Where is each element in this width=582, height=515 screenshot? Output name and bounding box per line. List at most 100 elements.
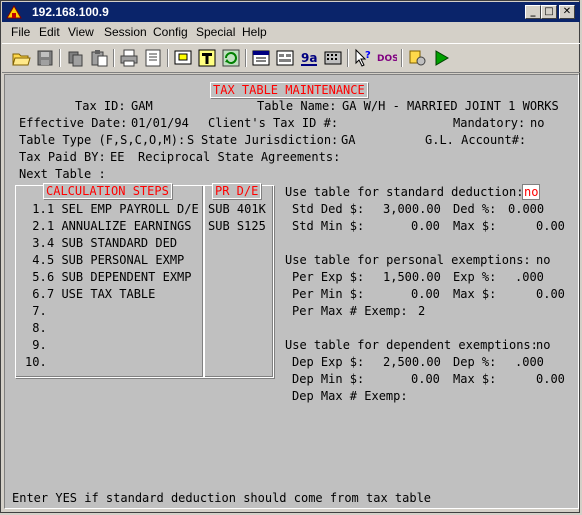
calc-step-text[interactable]: 6 SUB DEPENDENT EXMP: [47, 270, 192, 284]
help-pointer-icon[interactable]: ?: [353, 48, 373, 68]
minimize-button[interactable]: _: [525, 5, 541, 19]
window-title: 192.168.100.9: [32, 5, 109, 19]
menu-view[interactable]: View: [68, 25, 94, 39]
play-icon[interactable]: [431, 48, 451, 68]
calc-step-number: 2.: [25, 219, 47, 233]
calc-step-number: 4.: [25, 253, 47, 267]
next-table-label: Next Table :: [19, 167, 106, 181]
capture-icon[interactable]: [173, 48, 193, 68]
pr-de-item[interactable]: SUB 401K: [208, 202, 266, 216]
std-ded-value[interactable]: 3,000.00: [383, 202, 441, 216]
toolbar-separator: [113, 49, 115, 67]
per-max-value[interactable]: 0.00: [536, 287, 565, 301]
menu-session[interactable]: Session: [104, 25, 147, 39]
per-exp-value[interactable]: 1,500.00: [383, 270, 441, 284]
menu-help[interactable]: Help: [242, 25, 267, 39]
per-max-label: Max $:: [453, 287, 497, 301]
table-name-value[interactable]: GA W/H - MARRIED JOINT 1 WORKS: [342, 99, 559, 113]
std-ded-pct-value[interactable]: 0.000: [508, 202, 544, 216]
calc-step-number: 9.: [25, 338, 47, 352]
std-max-value[interactable]: 0.00: [536, 219, 565, 233]
title-bar[interactable]: 192.168.100.9 _ □ ✕: [2, 2, 580, 22]
per-use-label: Use table for personal exemptions:: [285, 253, 531, 267]
gl-account-label: G.L. Account#:: [425, 133, 527, 147]
std-max-label: Max $:: [453, 219, 497, 233]
font-icon[interactable]: 9a: [299, 48, 319, 68]
per-exp-label: Per Exp $:: [292, 270, 365, 284]
save-icon[interactable]: [35, 48, 55, 68]
menu-special[interactable]: Special: [196, 25, 235, 39]
calc-step-text[interactable]: 4 SUB STANDARD DED: [47, 236, 177, 250]
per-max-exemp-value[interactable]: 2: [418, 304, 425, 318]
state-jurisdiction-label: State Jurisdiction:: [201, 133, 339, 147]
dep-exp-value[interactable]: 2,500.00: [383, 355, 441, 369]
calc-step-number: 7.: [25, 304, 47, 318]
calc-step-text[interactable]: 1 ANNUALIZE EARNINGS: [47, 219, 192, 233]
mandatory-label: Mandatory:: [453, 116, 526, 130]
close-button[interactable]: ✕: [559, 5, 575, 19]
calc-step-number: 3.: [25, 236, 47, 250]
toolbar-separator: [59, 49, 61, 67]
text-mode-icon[interactable]: [197, 48, 217, 68]
per-min-label: Per Min $:: [292, 287, 365, 301]
keypad-icon[interactable]: [323, 48, 343, 68]
toolbar-separator: [401, 49, 403, 67]
terminal-window: 192.168.100.9 _ □ ✕ File Edit View Sessi…: [0, 0, 580, 513]
table-type-value[interactable]: S: [187, 133, 194, 147]
effective-date-value[interactable]: 01/01/94: [131, 116, 189, 130]
form-icon[interactable]: [275, 48, 295, 68]
status-line: Enter YES if standard deduction should c…: [12, 491, 432, 505]
terminal-screen[interactable]: TAX TABLE MAINTENANCE Tax ID: GAM Table …: [4, 74, 579, 509]
open-folder-icon[interactable]: [11, 48, 31, 68]
print-icon[interactable]: [119, 48, 139, 68]
dep-max-exemp-label: Dep Max # Exemp:: [292, 389, 408, 403]
per-exp-pct-value[interactable]: .000: [515, 270, 544, 284]
tax-id-value[interactable]: GAM: [131, 99, 153, 113]
calc-step-text[interactable]: 7 USE TAX TABLE: [47, 287, 155, 301]
cut-icon[interactable]: [65, 48, 85, 68]
toolbar-separator: [347, 49, 349, 67]
menu-bar: File Edit View Session Config Special He…: [2, 23, 580, 42]
menu-edit[interactable]: Edit: [39, 25, 60, 39]
std-min-value[interactable]: 0.00: [411, 219, 440, 233]
per-min-value[interactable]: 0.00: [411, 287, 440, 301]
keyboard-map-icon[interactable]: [251, 48, 271, 68]
calc-step-text[interactable]: 5 SUB PERSONAL EXMP: [47, 253, 184, 267]
macro-icon[interactable]: [407, 48, 427, 68]
calc-step-number: 1.: [25, 202, 47, 216]
reciprocal-label: Reciprocal State Agreements:: [138, 150, 341, 164]
toolbar: 9a ? DOS: [2, 43, 580, 73]
per-use-value[interactable]: no: [536, 253, 550, 267]
print-setup-icon[interactable]: [143, 48, 163, 68]
dep-max-value[interactable]: 0.00: [536, 372, 565, 386]
tax-paid-by-label: Tax Paid BY:: [19, 150, 106, 164]
dep-max-label: Max $:: [453, 372, 497, 386]
pr-de-title: PR D/E: [212, 183, 262, 199]
mandatory-value[interactable]: no: [530, 116, 544, 130]
menu-file[interactable]: File: [11, 25, 30, 39]
dos-icon[interactable]: DOS: [377, 48, 397, 68]
app-icon: [6, 5, 22, 19]
state-jurisdiction-value[interactable]: GA: [341, 133, 355, 147]
tax-id-label: Tax ID:: [75, 99, 126, 113]
clients-tax-id-label: Client's Tax ID #:: [208, 116, 339, 130]
refresh-icon[interactable]: [221, 48, 241, 68]
calc-step-text[interactable]: 1 SEL EMP PAYROLL D/E: [47, 202, 199, 216]
svg-text:?: ?: [365, 50, 371, 61]
calc-step-number: 8.: [25, 321, 47, 335]
dep-use-value[interactable]: no: [536, 338, 550, 352]
std-min-label: Std Min $:: [292, 219, 365, 233]
dep-min-value[interactable]: 0.00: [411, 372, 440, 386]
paste-icon[interactable]: [89, 48, 109, 68]
std-ded-pct-label: Ded %:: [453, 202, 497, 216]
std-use-input[interactable]: no: [522, 184, 541, 200]
std-ded-label: Std Ded $:: [292, 202, 365, 216]
per-max-exemp-label: Per Max # Exemp:: [292, 304, 408, 318]
pr-de-item[interactable]: SUB S125: [208, 219, 266, 233]
calc-step-number: 5.: [25, 270, 47, 284]
dep-exp-pct-value[interactable]: .000: [515, 355, 544, 369]
std-use-label: Use table for standard deduction:: [285, 185, 524, 199]
maximize-button[interactable]: □: [541, 5, 557, 19]
menu-config[interactable]: Config: [153, 25, 188, 39]
tax-paid-by-value[interactable]: EE: [110, 150, 124, 164]
